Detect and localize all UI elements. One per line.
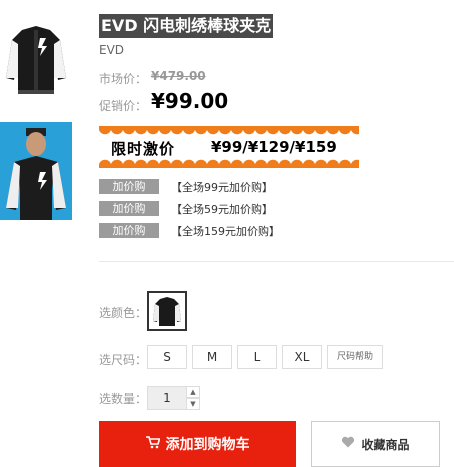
promo-tag: 加价购: [99, 201, 159, 216]
promo-row: 加价购 【全场59元加价购】: [99, 201, 273, 216]
favorite-label: 收藏商品: [361, 437, 410, 452]
model-image: [0, 122, 72, 220]
product-title: EVD 闪电刺绣棒球夹克: [99, 14, 274, 38]
thumbnail-list: [0, 16, 72, 234]
size-option-m[interactable]: M: [192, 345, 232, 369]
promo-text[interactable]: 【全场99元加价购】: [171, 179, 273, 195]
size-label: 选尺码：: [99, 353, 148, 367]
add-to-cart-label: 添加到购物车: [165, 437, 250, 453]
size-option-l[interactable]: L: [237, 345, 277, 369]
color-swatch-black[interactable]: [147, 291, 187, 331]
sale-price-label: 促销价：: [99, 99, 148, 113]
quantity-label: 选数量：: [99, 392, 148, 406]
banner-wave-top: [99, 130, 359, 136]
promo-row: 加价购 【全场99元加价购】: [99, 179, 273, 194]
chevron-down-icon: ▼: [190, 400, 196, 408]
quantity-input[interactable]: 1: [147, 386, 187, 410]
add-to-cart-button[interactable]: 添加到购物车: [99, 421, 296, 467]
sale-price: ¥99.00: [151, 89, 229, 113]
cart-icon: [145, 435, 161, 453]
product-thumbnail-jacket[interactable]: [0, 16, 72, 108]
banner-title: 限时激价: [111, 140, 176, 158]
size-option-xl[interactable]: XL: [282, 345, 322, 369]
jacket-image: [6, 26, 66, 94]
promo-row: 加价购 【全场159元加价购】: [99, 223, 280, 238]
product-thumbnail-model[interactable]: [0, 122, 72, 220]
product-brand: EVD: [99, 43, 125, 57]
banner-prices: ¥99/¥129/¥159: [211, 138, 337, 156]
swatch-jacket-image: [153, 297, 181, 326]
quantity-decrement-button[interactable]: ▼: [187, 398, 200, 410]
market-price-label: 市场价：: [99, 72, 148, 86]
promo-text[interactable]: 【全场159元加价购】: [171, 223, 280, 239]
heart-icon: [341, 436, 355, 452]
favorite-button[interactable]: 收藏商品: [311, 421, 440, 467]
section-divider: [99, 261, 454, 262]
promo-banner: 限时激价 ¥99/¥129/¥159: [99, 126, 359, 168]
size-help-link[interactable]: 尺码帮助: [327, 345, 383, 369]
market-price: ¥479.00: [151, 69, 206, 83]
size-option-s[interactable]: S: [147, 345, 187, 369]
color-label: 选颜色：: [99, 306, 148, 320]
promo-tag: 加价购: [99, 223, 159, 238]
chevron-up-icon: ▲: [190, 388, 196, 396]
promo-text[interactable]: 【全场59元加价购】: [171, 201, 273, 217]
promo-tag: 加价购: [99, 179, 159, 194]
quantity-increment-button[interactable]: ▲: [187, 386, 200, 398]
